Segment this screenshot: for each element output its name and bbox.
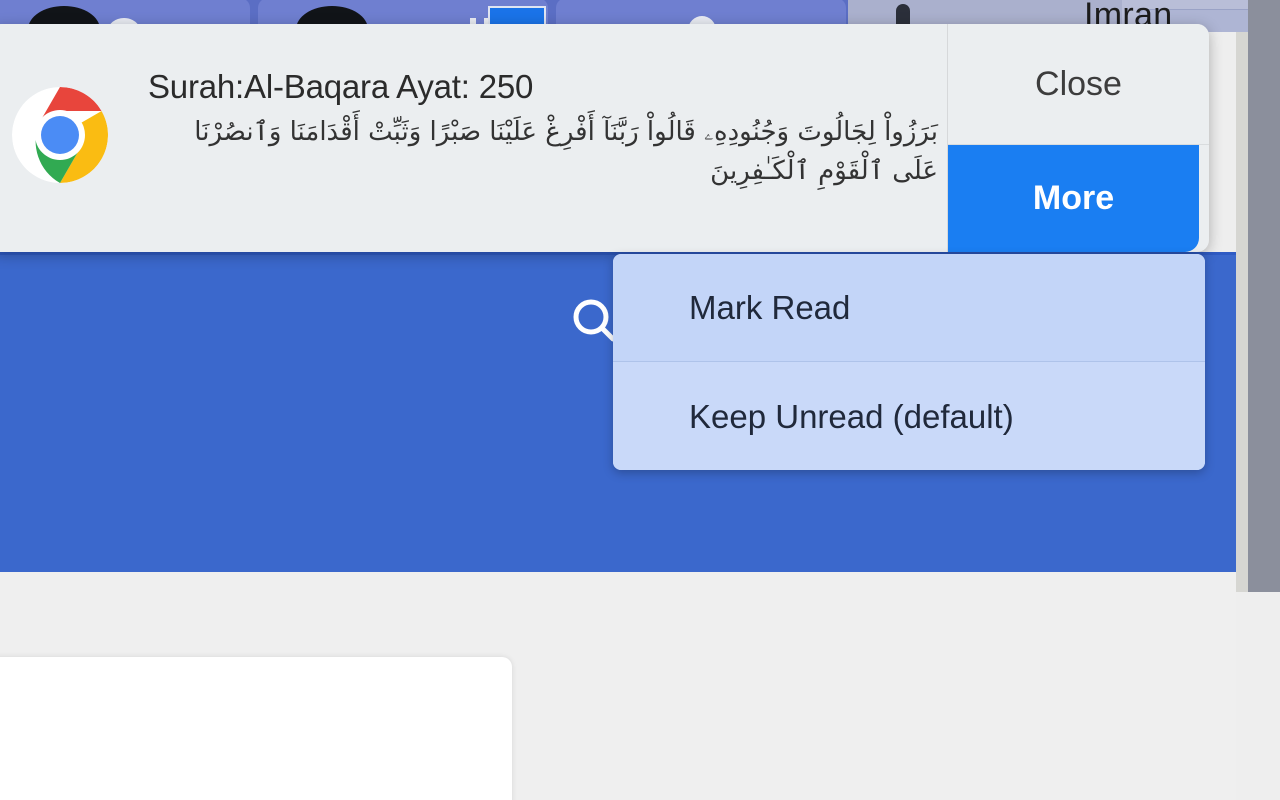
chrome-logo-icon: [10, 85, 110, 185]
more-button[interactable]: More: [948, 145, 1199, 252]
notification-dropdown-menu: Mark Read Keep Unread (default): [613, 254, 1205, 470]
page-right-margin: [1236, 592, 1280, 800]
close-button[interactable]: Close: [948, 24, 1209, 145]
notification-title: Surah:Al-Baqara Ayat: 250: [148, 68, 534, 105]
notification-body: Surah:Al-Baqara Ayat: 250 بَرَزُواْ لِجَ…: [0, 24, 957, 252]
notification-text-block: Surah:Al-Baqara Ayat: 250 بَرَزُواْ لِجَ…: [148, 66, 938, 191]
window-scrollbar-track[interactable]: [1236, 32, 1248, 592]
content-card: [0, 657, 512, 800]
window-edge-right: [1248, 0, 1280, 592]
notification-popup: Surah:Al-Baqara Ayat: 250 بَرَزُواْ لِجَ…: [0, 24, 1209, 252]
screen-root: Imran ON UPDATE: [0, 0, 1280, 800]
notification-action-buttons: Close More: [948, 24, 1209, 252]
menu-item-mark-read[interactable]: Mark Read: [613, 254, 1205, 361]
menu-item-keep-unread[interactable]: Keep Unread (default): [613, 362, 1205, 470]
notification-arabic-body: بَرَزُواْ لِجَالُوتَ وَجُنُودِهِۦ قَالُو…: [194, 117, 938, 187]
